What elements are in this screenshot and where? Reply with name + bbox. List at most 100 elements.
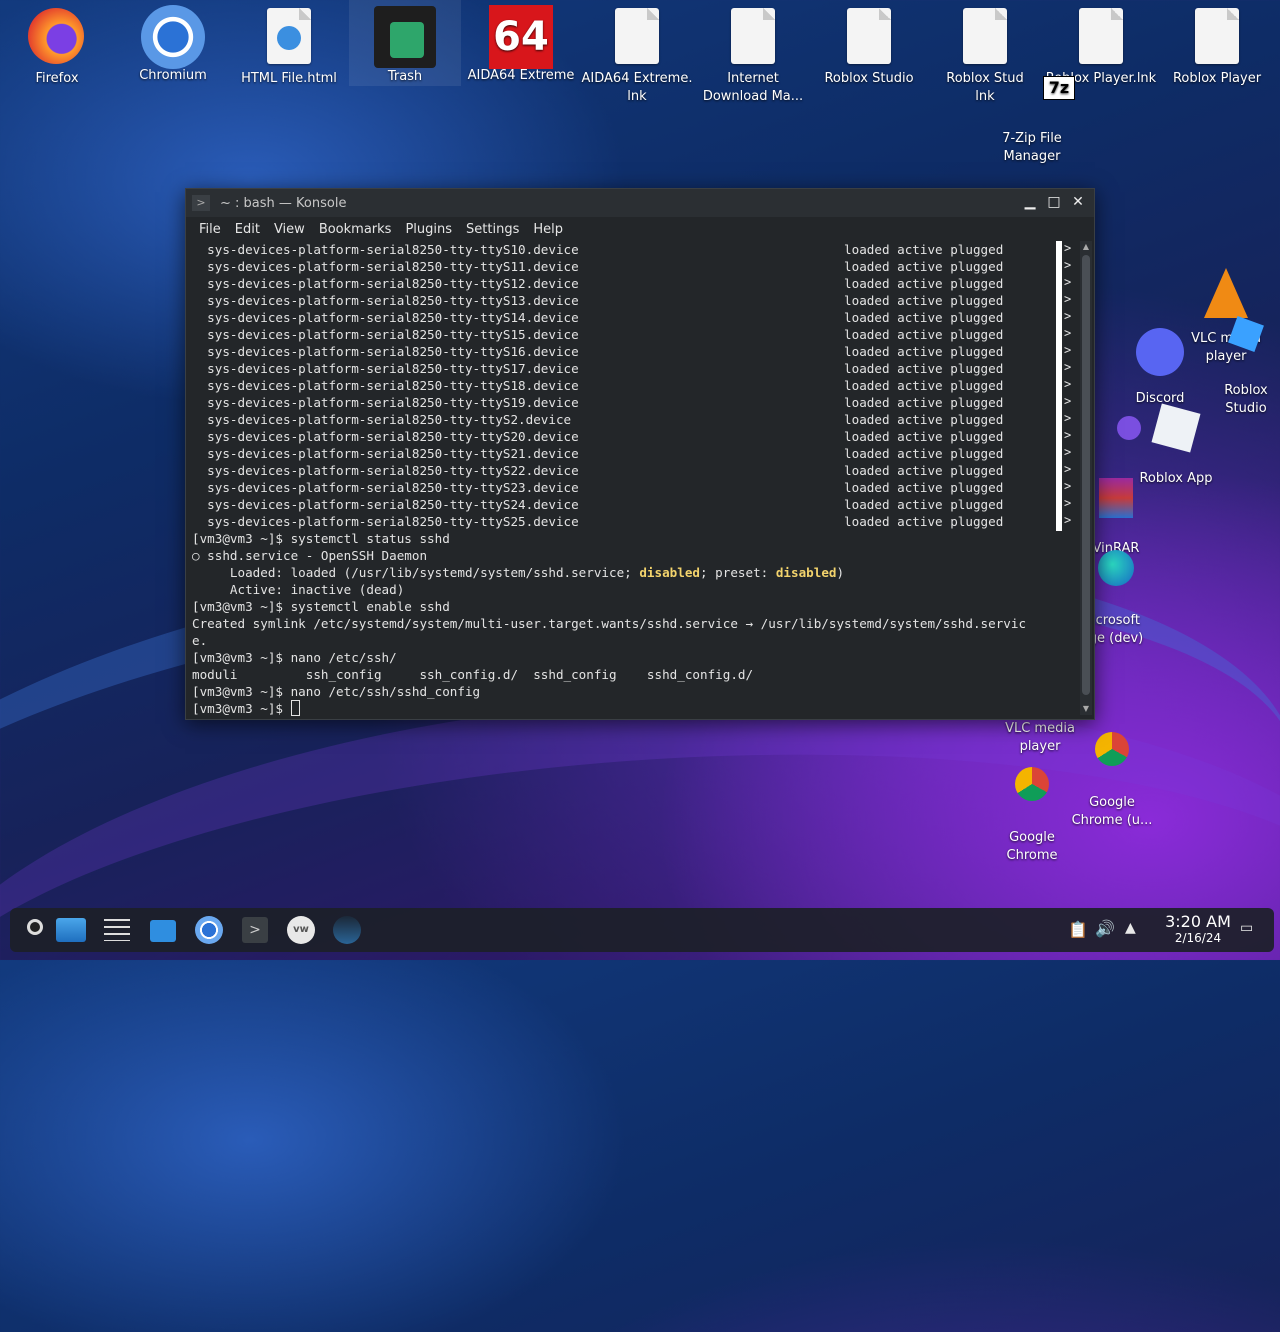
- pager-marker: >: [1064, 343, 1072, 357]
- desktop-icon[interactable]: Discord: [1104, 320, 1216, 408]
- system-settings-icon[interactable]: [100, 914, 134, 946]
- menu-view[interactable]: View: [267, 222, 312, 237]
- terminal-line: [vm3@vm3 ~]$: [192, 700, 1072, 716]
- clock[interactable]: 3:20 AM 2/16/24: [1150, 912, 1246, 945]
- konsole-window[interactable]: > ~ : bash — Konsole ▁ □ ✕ File Edit Vie…: [185, 188, 1095, 720]
- menu-help[interactable]: Help: [526, 222, 570, 237]
- terminal-line: sys-devices-platform-serial8250-tty-ttyS…: [192, 446, 1004, 461]
- roblox-studio-icon: [1217, 316, 1275, 378]
- firefox-icon: [28, 8, 86, 66]
- scrollbar-thumb[interactable]: [1082, 255, 1090, 695]
- pager-bar: [1056, 241, 1062, 531]
- volume-icon[interactable]: 🔊: [1095, 919, 1115, 938]
- clock-time: 3:20 AM: [1165, 912, 1231, 931]
- desktop-icon-label: Roblox Studio: [824, 71, 914, 86]
- terminal-line: [vm3@vm3 ~]$ nano /etc/ssh/sshd_config: [192, 684, 481, 699]
- maximize-button[interactable]: □: [1046, 194, 1062, 210]
- file-manager-icon[interactable]: [54, 914, 88, 946]
- menu-plugins[interactable]: Plugins: [398, 222, 459, 237]
- terminal-line: Created symlink /etc/systemd/system/mult…: [192, 616, 1027, 631]
- file-icon: [840, 8, 898, 66]
- desktop-icon[interactable]: Firefox: [1, 0, 113, 88]
- pager-marker: >: [1064, 428, 1072, 442]
- pager-marker: >: [1064, 292, 1072, 306]
- terminal-line: sys-devices-platform-serial8250-tty-ttyS…: [192, 344, 1004, 359]
- menu-bookmarks[interactable]: Bookmarks: [312, 222, 399, 237]
- terminal-line: sys-devices-platform-serial8250-tty-ttyS…: [192, 361, 1004, 376]
- desktop-icon-label: HTML File.html: [241, 71, 337, 86]
- minimize-button[interactable]: ▁: [1022, 194, 1038, 210]
- chromium-icon[interactable]: [192, 914, 226, 946]
- desktop-icon-label: Google Chrome (u...: [1071, 795, 1153, 828]
- terminal-line: sys-devices-platform-serial8250-tty-ttyS…: [192, 497, 1004, 512]
- pager-marker: >: [1064, 275, 1072, 289]
- terminal-line: sys-devices-platform-serial8250-tty-ttyS…: [192, 480, 1004, 495]
- file-icon: [1072, 8, 1130, 66]
- show-desktop-icon[interactable]: ▭: [1240, 920, 1253, 936]
- desktop-icon[interactable]: AIDA64 Extreme. lnk: [581, 0, 693, 106]
- konsole-icon[interactable]: >: [238, 914, 272, 946]
- terminal-line: sys-devices-platform-serial8250-tty-ttyS…: [192, 378, 1004, 393]
- html-file-icon: [260, 8, 318, 66]
- file-icon: [956, 8, 1014, 66]
- terminal-line: sys-devices-platform-serial8250-tty-ttyS…: [192, 310, 1004, 325]
- roblox-app-icon: [1147, 403, 1205, 466]
- desktop-icon-label: Roblox Player: [1172, 71, 1262, 86]
- launcher-icon[interactable]: [18, 914, 52, 946]
- close-button[interactable]: ✕: [1070, 194, 1086, 210]
- menu-edit[interactable]: Edit: [228, 222, 267, 237]
- tray-expand-icon[interactable]: ▲: [1125, 920, 1136, 936]
- terminal-line: sys-devices-platform-serial8250-tty-ttyS…: [192, 259, 1004, 274]
- desktop-icon[interactable]: HTML File.html: [233, 0, 345, 88]
- desktop-icon-label: Google Chrome: [1006, 830, 1058, 863]
- pager-marker: >: [1064, 326, 1072, 340]
- terminal-output[interactable]: sys-devices-platform-serial8250-tty-ttyS…: [192, 241, 1072, 716]
- pager-marker: >: [1064, 462, 1072, 476]
- desktop-icon-label: Internet Download Ma...: [702, 71, 804, 104]
- window-titlebar[interactable]: > ~ : bash — Konsole ▁ □ ✕: [186, 189, 1094, 217]
- pager-marker: >: [1064, 445, 1072, 459]
- aida64-icon: 64: [489, 5, 553, 69]
- scroll-up-arrow-icon[interactable]: ▲: [1080, 241, 1092, 253]
- menu-file[interactable]: File: [192, 222, 228, 237]
- terminal-line: sys-devices-platform-serial8250-tty-ttyS…: [192, 429, 1004, 444]
- pager-marker: >: [1064, 479, 1072, 493]
- pager-marker: >: [1064, 394, 1072, 408]
- vmware-icon[interactable]: vw: [284, 914, 318, 946]
- steam-icon[interactable]: [330, 914, 364, 946]
- desktop-icon[interactable]: Trash: [349, 0, 461, 86]
- file-icon: [608, 8, 666, 66]
- terminal-line: sys-devices-platform-serial8250-tty-ttyS…: [192, 293, 1004, 308]
- desktop-icon[interactable]: Internet Download Ma...: [697, 0, 809, 106]
- terminal-line: Active: inactive (dead): [192, 582, 405, 597]
- terminal-line: sys-devices-platform-serial8250-tty-ttyS…: [192, 463, 1004, 478]
- terminal-line: sys-devices-platform-serial8250-tty-ttyS…: [192, 327, 1004, 342]
- sevenzip-icon: 7z: [1003, 68, 1075, 126]
- desktop-icon[interactable]: Chromium: [117, 0, 229, 85]
- scrollbar[interactable]: ▲ ▼: [1080, 241, 1092, 715]
- terminal-line: Loaded: loaded (/usr/lib/systemd/system/…: [192, 565, 845, 580]
- text-cursor: [290, 700, 300, 716]
- file-icon: [724, 8, 782, 66]
- terminal-line: sys-devices-platform-serial8250-tty-ttyS…: [192, 395, 1004, 410]
- terminal-line: sys-devices-platform-serial8250-tty-ttyS…: [192, 276, 1004, 291]
- clipboard-icon[interactable]: 📋: [1068, 920, 1088, 939]
- terminal-line: sys-devices-platform-serial8250-tty-ttyS…: [192, 242, 1004, 257]
- desktop-icon[interactable]: Roblox Player: [1161, 0, 1273, 88]
- discover-store-icon[interactable]: [146, 914, 180, 946]
- pager-marker: >: [1064, 241, 1072, 255]
- menubar: File Edit View Bookmarks Plugins Setting…: [186, 217, 1094, 241]
- edge-dev-icon: [1087, 550, 1145, 608]
- desktop-icon[interactable]: Roblox Studio: [813, 0, 925, 88]
- clock-date: 2/16/24: [1174, 931, 1222, 945]
- scroll-down-arrow-icon[interactable]: ▼: [1080, 703, 1092, 715]
- desktop-icon[interactable]: Google Chrome (u...: [1056, 720, 1168, 830]
- winrar-icon: [1087, 478, 1145, 536]
- terminal-line: moduli ssh_config ssh_config.d/ sshd_con…: [192, 667, 754, 682]
- trash-icon: [374, 6, 436, 68]
- pager-marker: >: [1064, 309, 1072, 323]
- desktop-icon[interactable]: 7z 7-Zip File Manager: [976, 60, 1088, 166]
- menu-settings[interactable]: Settings: [459, 222, 526, 237]
- pager-marker: >: [1064, 496, 1072, 510]
- desktop-icon[interactable]: 64 AIDA64 Extreme: [465, 0, 577, 85]
